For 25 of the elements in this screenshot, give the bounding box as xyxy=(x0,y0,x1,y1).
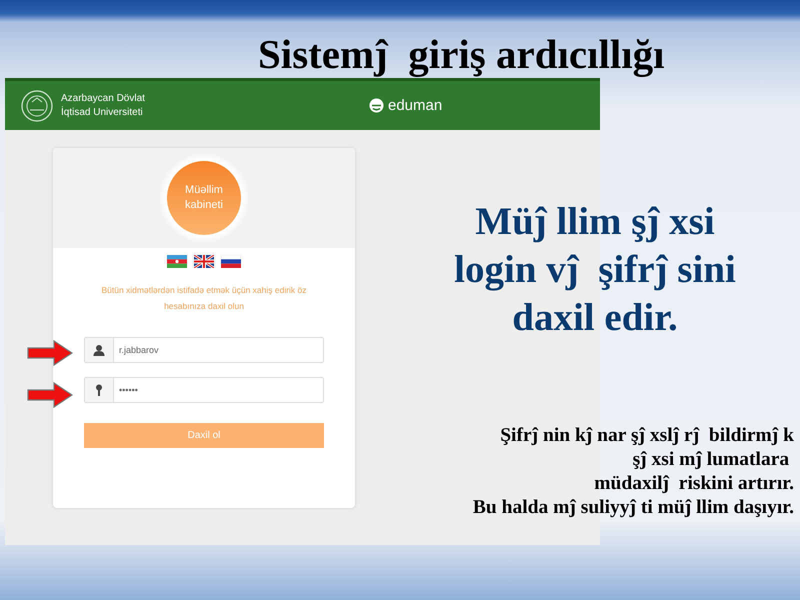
logo-icon xyxy=(369,98,384,113)
badge-text: kabineti xyxy=(185,198,223,213)
key-icon xyxy=(93,384,105,396)
university-name: Azarbaycan Dövlat xyxy=(61,92,146,106)
callout-text: login vĵ şifrĵ sini xyxy=(454,247,736,293)
username-field[interactable]: r.jabbarov xyxy=(84,336,324,362)
note-text: müdaxilĵ riskini artırır. xyxy=(594,472,794,496)
badge-text: Müəllim xyxy=(185,183,223,198)
note-text: şĵ xsi mĵ lumatlara xyxy=(632,448,790,472)
university-name: İqtisad Universiteti xyxy=(61,106,144,120)
arrow-icon xyxy=(27,382,73,408)
note-text: Şifrĵ nin kĵ nar şĵ xslĵ rĵ bildirmĵ k xyxy=(500,424,794,448)
password-field[interactable]: •••••• xyxy=(84,376,324,402)
callout-text: Müĵ llim şĵ xsi xyxy=(475,199,715,245)
brand-name: eduman xyxy=(388,97,442,114)
flag-icon[interactable] xyxy=(194,255,214,268)
login-notice: Bütün xidmətlərdən istifadə etmək üçün xahiş edirik öz hesabınıza daxil olun xyxy=(100,284,308,313)
flag-icon[interactable] xyxy=(167,255,187,268)
note-text: Bu halda mĵ suliyyĵ ti müĵ llim daşıyır. xyxy=(472,496,794,520)
user-icon xyxy=(93,344,105,356)
callout-text: daxil edir. xyxy=(512,295,678,341)
arrow-icon xyxy=(27,340,73,366)
slide-title: Sistemĵ giriş ardıcıllığı xyxy=(257,30,665,78)
flag-icon[interactable] xyxy=(221,255,241,268)
emblem-icon xyxy=(21,90,53,122)
